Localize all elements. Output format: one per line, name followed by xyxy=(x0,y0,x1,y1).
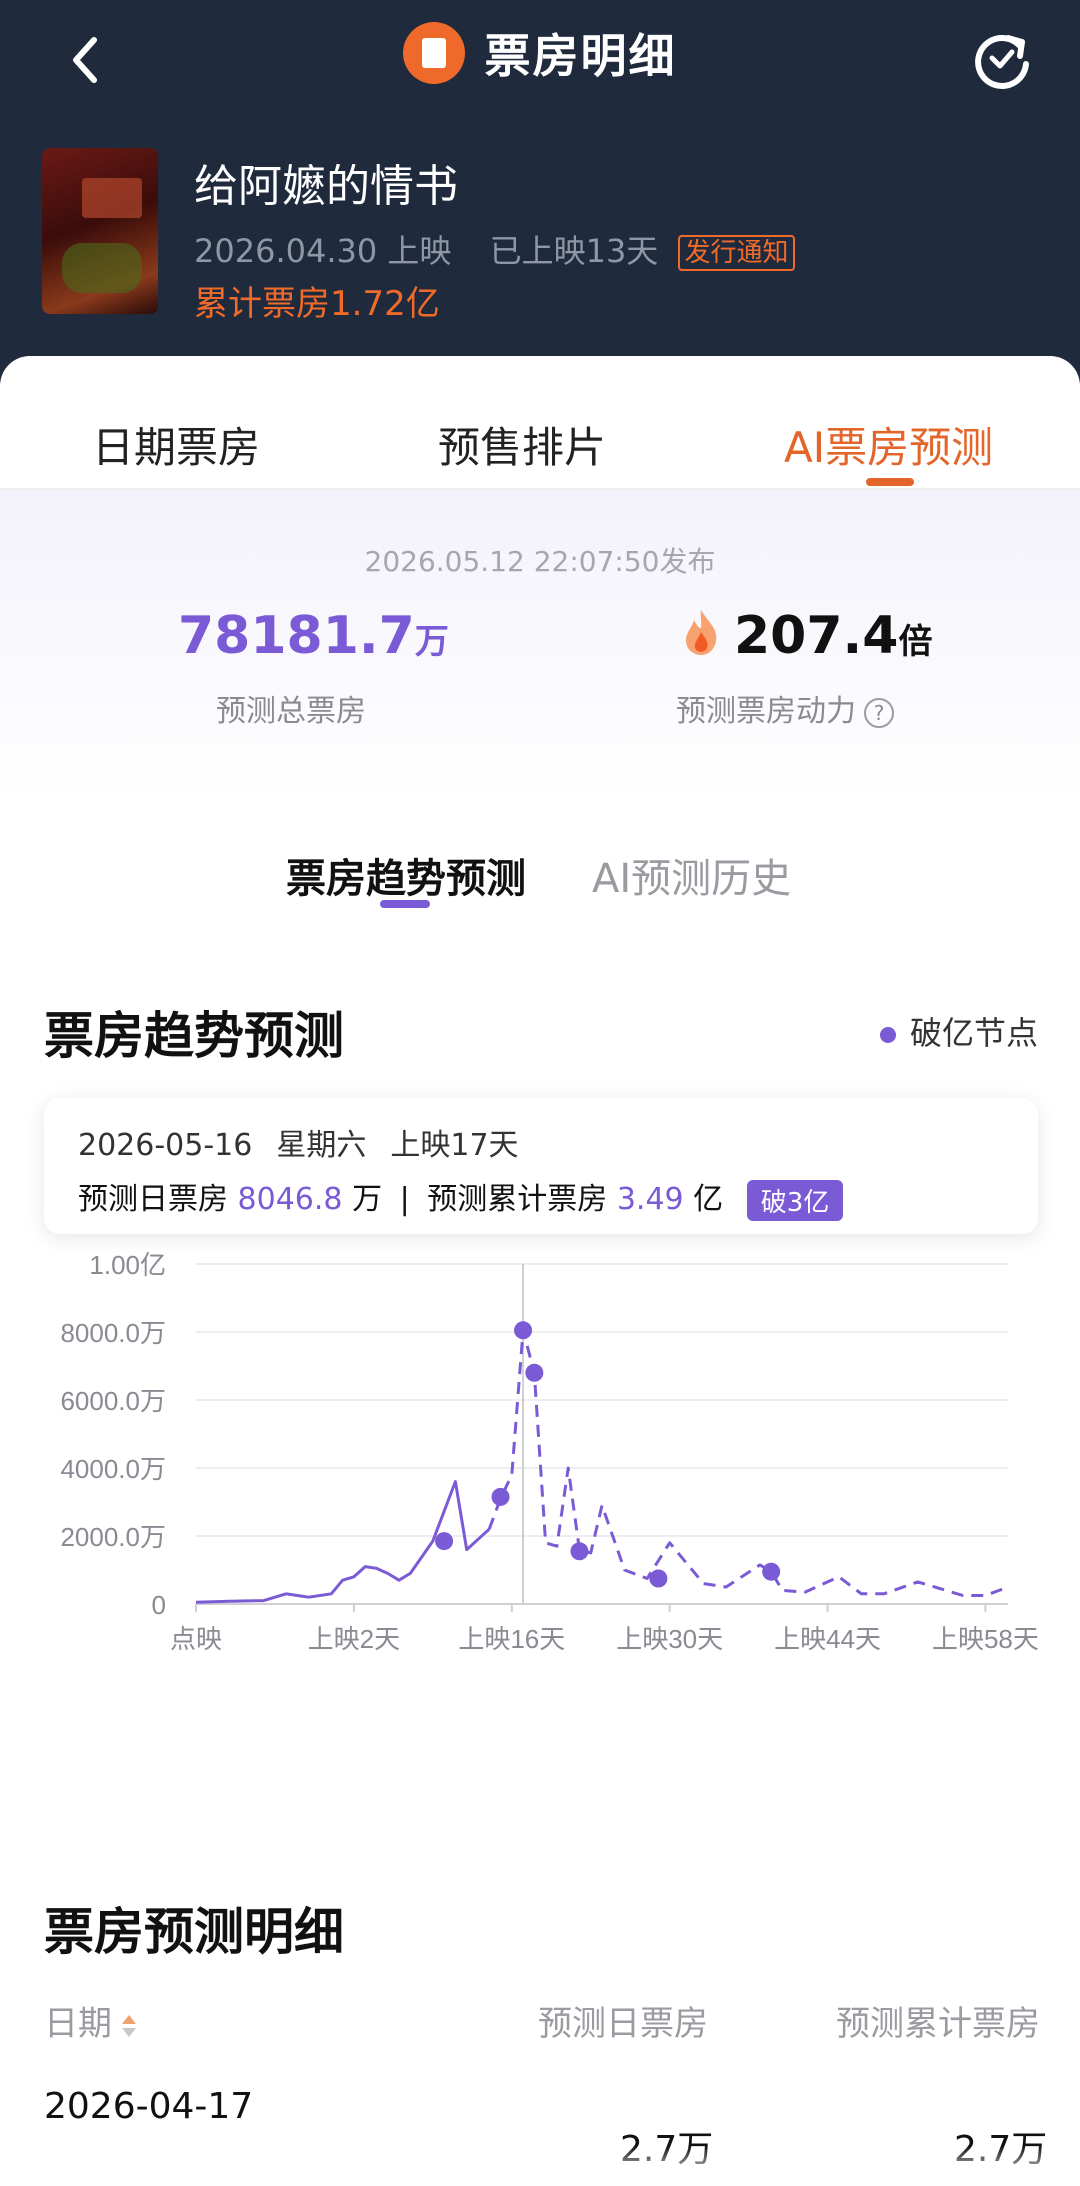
column-date-label: 日期 xyxy=(44,2004,112,2044)
tooltip-cum-unit: 亿 xyxy=(693,1182,724,1217)
movie-title: 给阿嬷的情书 xyxy=(194,161,458,212)
tooltip-day: 上映17天 xyxy=(390,1128,519,1163)
tooltip-values: 预测日票房 8046.8 万 | 预测累计票房 3.49 亿 破3亿 xyxy=(78,1174,844,1221)
forecast-multiplier-label: 预测票房动力? xyxy=(676,686,894,730)
milestone-point xyxy=(514,1321,533,1340)
y-tick-label: 1.00亿 xyxy=(89,1250,166,1280)
forecast-multiplier: 207.4倍 xyxy=(734,606,932,666)
active-tab-indicator xyxy=(866,478,914,486)
subtab-trend[interactable]: 票房趋势预测 xyxy=(286,846,526,904)
milestone-point xyxy=(570,1542,589,1561)
y-tick-label: 8000.0万 xyxy=(60,1318,166,1348)
flame-icon xyxy=(686,610,717,655)
movie-poster[interactable] xyxy=(42,148,158,314)
forecast-total-label: 预测总票房 xyxy=(216,694,366,729)
tooltip-cum-label: 预测累计票房 xyxy=(427,1182,608,1217)
column-date[interactable]: 日期 xyxy=(44,1996,136,2045)
forecast-total: 78181.7万 xyxy=(178,606,449,666)
multiplier-label-text: 预测票房动力 xyxy=(676,694,856,729)
milestone-point xyxy=(491,1487,510,1506)
days-shown: 已上映13天 xyxy=(489,232,659,270)
chart-legend[interactable]: 破亿节点 xyxy=(879,1008,1038,1054)
tooltip-header: 2026-05-16 星期六 上映17天 xyxy=(78,1120,543,1164)
x-tick-label: 上映16天 xyxy=(458,1624,565,1654)
tooltip-date: 2026-05-16 xyxy=(78,1128,253,1163)
forecast-summary: 2026.05.12 22:07:50发布 78181.7万 预测总票房 207… xyxy=(0,490,1080,800)
cumulative-box-office: 累计票房1.72亿 xyxy=(194,284,440,324)
help-icon[interactable]: ? xyxy=(864,697,894,728)
x-tick-label: 上映44天 xyxy=(774,1624,881,1654)
page-title: 票房明细 xyxy=(484,29,677,83)
forecast-multiplier-value: 207.4 xyxy=(734,606,899,666)
refresh-icon[interactable] xyxy=(968,24,1036,92)
tooltip-weekday: 星期六 xyxy=(276,1128,367,1163)
tooltip-daily-label: 预测日票房 xyxy=(78,1182,228,1217)
y-tick-label: 0 xyxy=(152,1590,166,1620)
milestone-point xyxy=(762,1562,781,1581)
forecast-multiplier-unit: 倍 xyxy=(898,622,933,662)
release-date: 2026.04.30 上映 xyxy=(194,232,452,270)
milestone-point xyxy=(525,1363,544,1382)
column-daily: 预测日票房 xyxy=(538,2004,708,2044)
legend-dot-icon xyxy=(879,1027,896,1043)
header-title-group: 票房明细 xyxy=(0,20,1080,86)
content-card: 日期票房 预售排片 AI票房预测 2026.05.12 22:07:50发布 7… xyxy=(0,356,1080,2186)
cinema-logo-icon xyxy=(403,22,466,84)
trend-chart[interactable]: 0 2000.0万 4000.0万 6000.0万 8000.0万 1.00亿点映 上映2天… xyxy=(0,1236,1080,1696)
tooltip-daily-unit: 万 xyxy=(352,1182,383,1217)
y-tick-label: 6000.0万 xyxy=(60,1386,166,1416)
x-tick-label: 上映30天 xyxy=(616,1624,723,1654)
sort-icon[interactable] xyxy=(122,2014,136,2037)
legend-label: 破亿节点 xyxy=(909,1014,1038,1052)
detail-section-title: 票房预测明细 xyxy=(44,1903,344,1961)
tab-ai-forecast[interactable]: AI票房预测 xyxy=(784,414,993,475)
row-date: 2026-04-17 xyxy=(44,2086,254,2127)
trend-section-title: 票房趋势预测 xyxy=(44,1007,344,1065)
milestone-point xyxy=(649,1569,668,1588)
x-tick-label: 点映 xyxy=(170,1624,222,1654)
milestone-point xyxy=(435,1532,454,1551)
chart-tooltip: 2026-05-16 星期六 上映17天 预测日票房 8046.8 万 | 预测累计… xyxy=(44,1098,1038,1234)
main-tabs: 日期票房 预售排片 AI票房预测 xyxy=(0,356,1080,490)
column-cumulative: 预测累计票房 xyxy=(836,2004,1040,2044)
subtab-history[interactable]: AI预测历史 xyxy=(592,846,791,904)
release-notice-link[interactable]: 发行通知 xyxy=(678,235,795,271)
tooltip-cum-value: 3.49 xyxy=(616,1182,684,1217)
movie-meta: 2026.04.30 上映 已上映13天 发行通知 xyxy=(194,226,795,272)
tooltip-daily-value: 8046.8 xyxy=(237,1182,343,1217)
publish-time: 2026.05.12 22:07:50发布 xyxy=(364,545,716,578)
tab-presale-schedule[interactable]: 预售排片 xyxy=(438,414,606,475)
forecast-total-value: 78181.7 xyxy=(178,606,415,666)
forecast-total-unit: 万 xyxy=(414,622,449,662)
tab-daily-box-office[interactable]: 日期票房 xyxy=(92,414,260,475)
subtab-indicator xyxy=(380,900,430,908)
x-tick-label: 上映2天 xyxy=(308,1624,400,1654)
header-bar: 票房明细 给阿嬷的情书 2026.04.30 上映 已上映13天 发行通知 累计… xyxy=(0,0,1080,400)
y-tick-label: 4000.0万 xyxy=(60,1454,166,1484)
milestone-badge: 破3亿 xyxy=(746,1180,844,1221)
forecast-series-line xyxy=(487,1328,1009,1597)
tooltip-separator: | xyxy=(399,1182,410,1217)
y-tick-label: 2000.0万 xyxy=(60,1522,166,1552)
scroll-fade xyxy=(0,2146,1080,2186)
x-tick-label: 上映58天 xyxy=(932,1624,1039,1654)
